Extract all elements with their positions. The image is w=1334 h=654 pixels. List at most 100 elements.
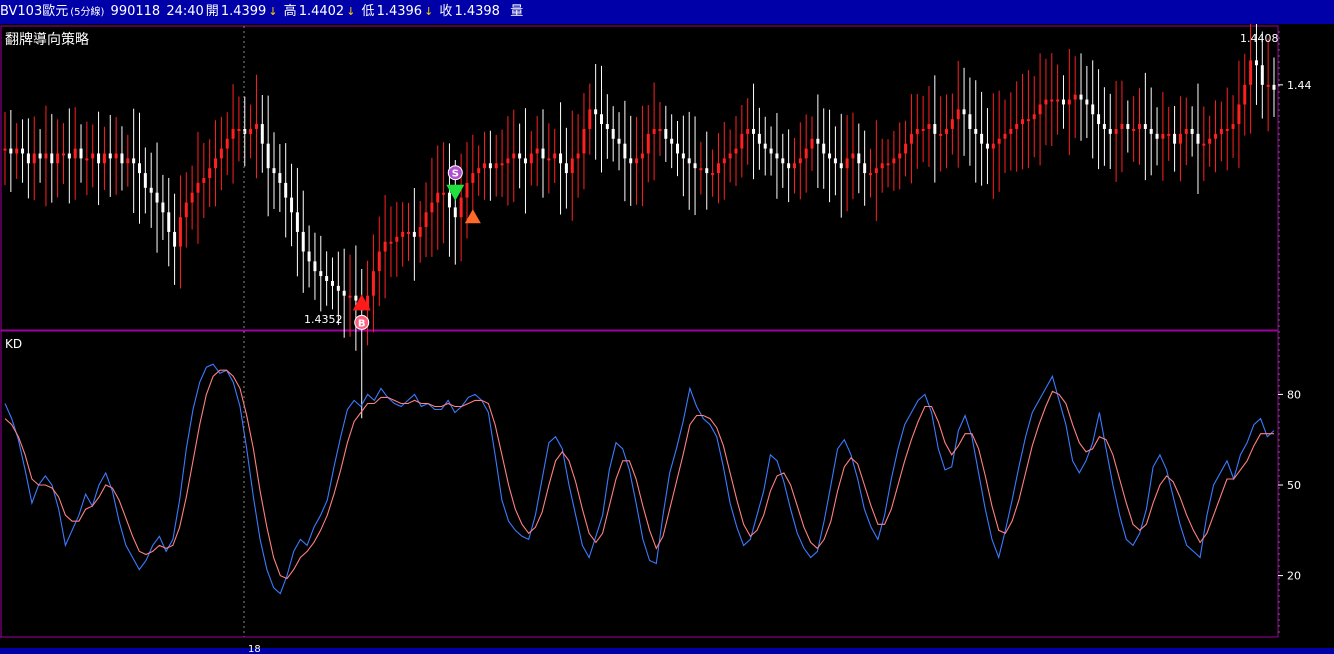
price-bar-body: [371, 271, 375, 296]
price-bar-body: [173, 231, 177, 247]
price-bar-body: [1155, 133, 1159, 139]
price-bar-body: [506, 158, 510, 164]
price-bar-body: [1243, 84, 1247, 105]
price-bar-body: [746, 128, 750, 134]
price-bar-body: [564, 163, 568, 174]
sell-marker-label: S: [452, 169, 459, 180]
price-bar-body: [214, 158, 218, 169]
price-bar-body: [190, 192, 194, 203]
price-bar-body: [1266, 84, 1270, 87]
price-bar-body: [389, 241, 393, 244]
price-bar-body: [260, 124, 264, 144]
price-bar-body: [295, 212, 299, 232]
symbol-name: BV103歐元: [0, 4, 69, 19]
price-bar-body: [687, 158, 691, 164]
price-bar-body: [559, 153, 563, 164]
price-panel-title: 翻牌導向策略: [5, 31, 89, 48]
price-bar-body: [424, 212, 428, 228]
chart-area[interactable]: 1.44 80 50 20 18 翻牌導向策略 KD 1.4408 1.4352 B S: [0, 24, 1334, 654]
price-bar-body: [284, 182, 288, 198]
price-bar-body: [950, 119, 954, 129]
price-bar-body: [319, 271, 323, 277]
low-value: 1.4396: [376, 4, 423, 19]
price-bar-body: [132, 158, 136, 164]
price-bar-body: [266, 143, 270, 169]
price-bar-body: [635, 158, 639, 164]
price-bar-body: [1120, 124, 1124, 129]
price-bar-body: [430, 202, 434, 213]
price-bar-body: [85, 158, 89, 161]
price-bar-body: [676, 143, 680, 154]
down-arrow-icon: ↓: [268, 5, 278, 18]
price-bar-body: [833, 158, 837, 164]
price-bar-body: [775, 153, 779, 159]
price-bar-body: [529, 153, 533, 164]
price-bar-body: [342, 290, 346, 296]
price-bar-body: [1015, 124, 1019, 129]
price-bar-body: [605, 124, 609, 129]
price-bar-body: [640, 153, 644, 159]
price-bar-body: [313, 261, 317, 272]
price-bar-body: [711, 173, 715, 176]
kd-axis-tick-label: 20: [1287, 570, 1301, 583]
price-bar-body: [752, 128, 756, 134]
price-bar-body: [436, 192, 440, 203]
price-bar-body: [769, 148, 773, 154]
price-bar-body: [623, 143, 627, 159]
price-bar-body: [1132, 128, 1136, 131]
price-bar-body: [44, 153, 48, 159]
price-bar-body: [21, 148, 25, 154]
price-bar-body: [383, 241, 387, 252]
price-bar-body: [249, 128, 253, 134]
price-bar-body: [699, 168, 703, 171]
price-bar-body: [184, 202, 188, 218]
price-bar-body: [523, 158, 527, 164]
chart-title-bar: BV103歐元 (5分線) 990118 24:40 開 1.4399 ↓ 高 1.440…: [0, 0, 1334, 24]
price-bar-body: [114, 153, 118, 159]
price-bar-body: [465, 182, 469, 198]
price-bar-body: [985, 143, 989, 149]
kd-axis-tick-label: 80: [1287, 388, 1301, 401]
date-value: 990118: [110, 4, 161, 19]
price-bar-body: [377, 251, 381, 272]
price-bar-body: [787, 163, 791, 169]
price-bar-body: [1272, 84, 1276, 90]
open-value: 1.4399: [220, 4, 267, 19]
price-bar-body: [863, 163, 867, 174]
price-bar-body: [921, 128, 925, 131]
price-bar-body: [1161, 133, 1165, 139]
price-bar-body: [290, 197, 294, 213]
price-bar-body: [599, 114, 603, 125]
interval-label: (5分線): [70, 7, 105, 18]
price-bar-body: [102, 153, 106, 164]
price-bar-body: [1067, 99, 1071, 105]
price-bar-body: [945, 128, 949, 134]
price-bar-body: [412, 231, 416, 237]
price-bar-body: [1126, 124, 1130, 129]
price-bar-body: [617, 138, 621, 144]
price-bar-body: [1208, 138, 1212, 144]
price-bar-body: [804, 148, 808, 159]
price-bar-body: [272, 168, 276, 174]
price-bar-body: [401, 231, 405, 237]
price-bar-body: [740, 133, 744, 149]
price-bar-body: [1102, 124, 1106, 129]
price-bar-body: [541, 148, 545, 159]
price-bar-body: [196, 182, 200, 193]
price-bar-body: [781, 158, 785, 164]
price-bar-body: [927, 124, 931, 129]
low-label: 低: [361, 4, 375, 19]
price-bar-body: [1003, 133, 1007, 139]
price-bar-body: [143, 173, 147, 188]
price-bar-body: [447, 192, 451, 208]
price-bar-body: [50, 153, 54, 164]
kd-panel-title: KD: [5, 337, 22, 351]
buy-marker-label: B: [358, 318, 366, 329]
price-bar-body: [839, 163, 843, 169]
price-bar-body: [664, 128, 668, 139]
price-bar-body: [722, 158, 726, 164]
price-bar-body: [97, 153, 101, 164]
price-bar-body: [1091, 104, 1095, 115]
price-bar-body: [980, 133, 984, 144]
price-bar-body: [868, 173, 872, 176]
